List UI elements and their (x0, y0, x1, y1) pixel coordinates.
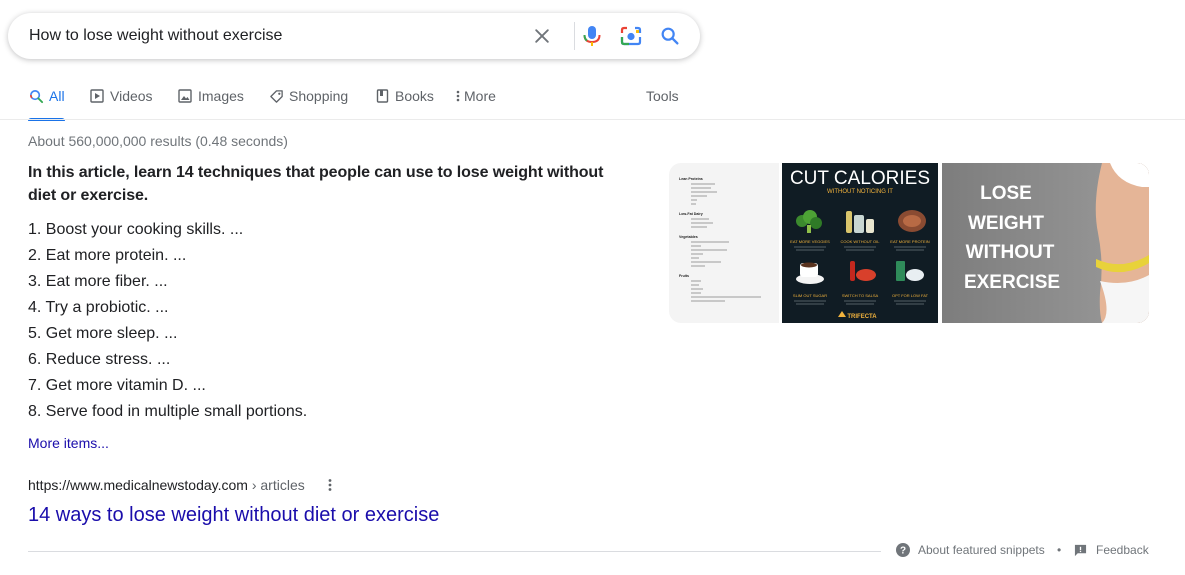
tab-label: Tools (646, 88, 679, 104)
tab-label: More (464, 88, 496, 104)
search-input[interactable] (29, 25, 509, 47)
tools-button[interactable]: Tools (646, 86, 679, 120)
lens-camera-icon[interactable] (619, 24, 643, 48)
image-tip-label: OPT FOR LOW FAT (892, 293, 929, 298)
image-tip-label: EAT MORE PROTEIN (890, 239, 930, 244)
tabs-divider (0, 119, 1185, 120)
tab-books[interactable]: Books (374, 86, 434, 120)
feedback-link[interactable]: Feedback (1074, 543, 1149, 557)
image-title-line: WEIGHT (968, 213, 1044, 234)
list-item: 2. Eat more protein. ... (28, 247, 187, 264)
image-title-line: EXERCISE (964, 272, 1060, 293)
source-url[interactable]: https://www.medicalnewstoday.com › artic… (28, 477, 305, 493)
image-section-label: Low-Fat Dairy (679, 212, 703, 216)
cut-calories-image[interactable]: CUT CALORIES WITHOUT NOTICING IT EAT MOR… (782, 163, 938, 323)
image-title: CUT CALORIES (790, 168, 930, 189)
tab-videos[interactable]: Videos (89, 86, 153, 120)
image-subtitle: WITHOUT NOTICING IT (827, 189, 893, 195)
list-item: 8. Serve food in multiple small portions… (28, 403, 308, 420)
tab-label: All (49, 88, 65, 104)
list-item: 6. Reduce stress. ... (28, 351, 171, 368)
tab-more[interactable]: More (455, 86, 496, 120)
about-featured-snippets-link[interactable]: ? About featured snippets (896, 543, 1045, 557)
list-item: 4. Try a probiotic. ... (28, 299, 169, 316)
snippet-list: 1. Boost your cooking skills. ... 2. Eat… (28, 217, 307, 425)
feedback-icon (1074, 544, 1087, 557)
tab-label: Shopping (289, 88, 349, 104)
result-title-link[interactable]: 14 ways to lose weight without diet or e… (28, 502, 439, 528)
tab-label: Books (395, 88, 434, 104)
result-stats: About 560,000,000 results (0.48 seconds) (28, 133, 288, 149)
image-tip-label: SLIM OUT SUGAR (793, 293, 827, 298)
source-breadcrumb: › articles (247, 477, 305, 493)
tab-label: Videos (110, 88, 153, 104)
snippet-divider (28, 551, 881, 552)
image-section-label: Vegetables (679, 235, 698, 239)
image-section-label: Lean Proteins (679, 177, 703, 181)
clear-icon[interactable] (530, 24, 554, 48)
more-options-icon[interactable] (321, 476, 339, 494)
image-section-label: Fruits (679, 274, 689, 278)
image-title-line: LOSE (980, 183, 1032, 204)
kebab-icon (455, 88, 461, 104)
search-divider (574, 22, 575, 50)
image-title-line: WITHOUT (966, 242, 1055, 263)
about-label: About featured snippets (918, 543, 1045, 557)
list-item: 7. Get more vitamin D. ... (28, 377, 206, 394)
help-icon: ? (896, 543, 910, 557)
food-list-image[interactable]: Lean Proteins Low-Fat Dairy Vegetables F… (669, 163, 779, 323)
search-bar (8, 13, 700, 59)
tab-all[interactable]: All (28, 86, 65, 121)
tab-images[interactable]: Images (177, 86, 244, 120)
snippet-images: Lean Proteins Low-Fat Dairy Vegetables F… (669, 163, 1149, 323)
microphone-icon[interactable] (580, 24, 604, 48)
list-item: 1. Boost your cooking skills. ... (28, 221, 244, 238)
feedback-label: Feedback (1096, 543, 1149, 557)
book-icon (374, 88, 390, 104)
more-items-link[interactable]: More items... (28, 435, 109, 451)
snippet-heading: In this article, learn 14 techniques tha… (28, 164, 604, 204)
footer-separator: • (1057, 543, 1062, 557)
svg-text:?: ? (900, 546, 906, 557)
image-icon (177, 88, 193, 104)
image-brand: TRIFECTA (847, 314, 877, 320)
search-icon (28, 88, 44, 104)
play-icon (89, 88, 105, 104)
source-domain: https://www.medicalnewstoday.com (28, 477, 248, 493)
list-item: 3. Eat more fiber. ... (28, 273, 168, 290)
search-icon[interactable] (658, 24, 682, 48)
tab-label: Images (198, 88, 244, 104)
tab-shopping[interactable]: Shopping (268, 86, 348, 120)
image-tip-label: COOK WITHOUT OIL (840, 239, 880, 244)
lose-weight-image[interactable]: LOSE WEIGHT WITHOUT EXERCISE (942, 163, 1149, 323)
image-tip-label: SWITCH TO SALSA (842, 293, 879, 298)
image-tip-label: EAT MORE VEGGIES (790, 239, 830, 244)
list-item: 5. Get more sleep. ... (28, 325, 178, 342)
tag-icon (268, 88, 284, 104)
